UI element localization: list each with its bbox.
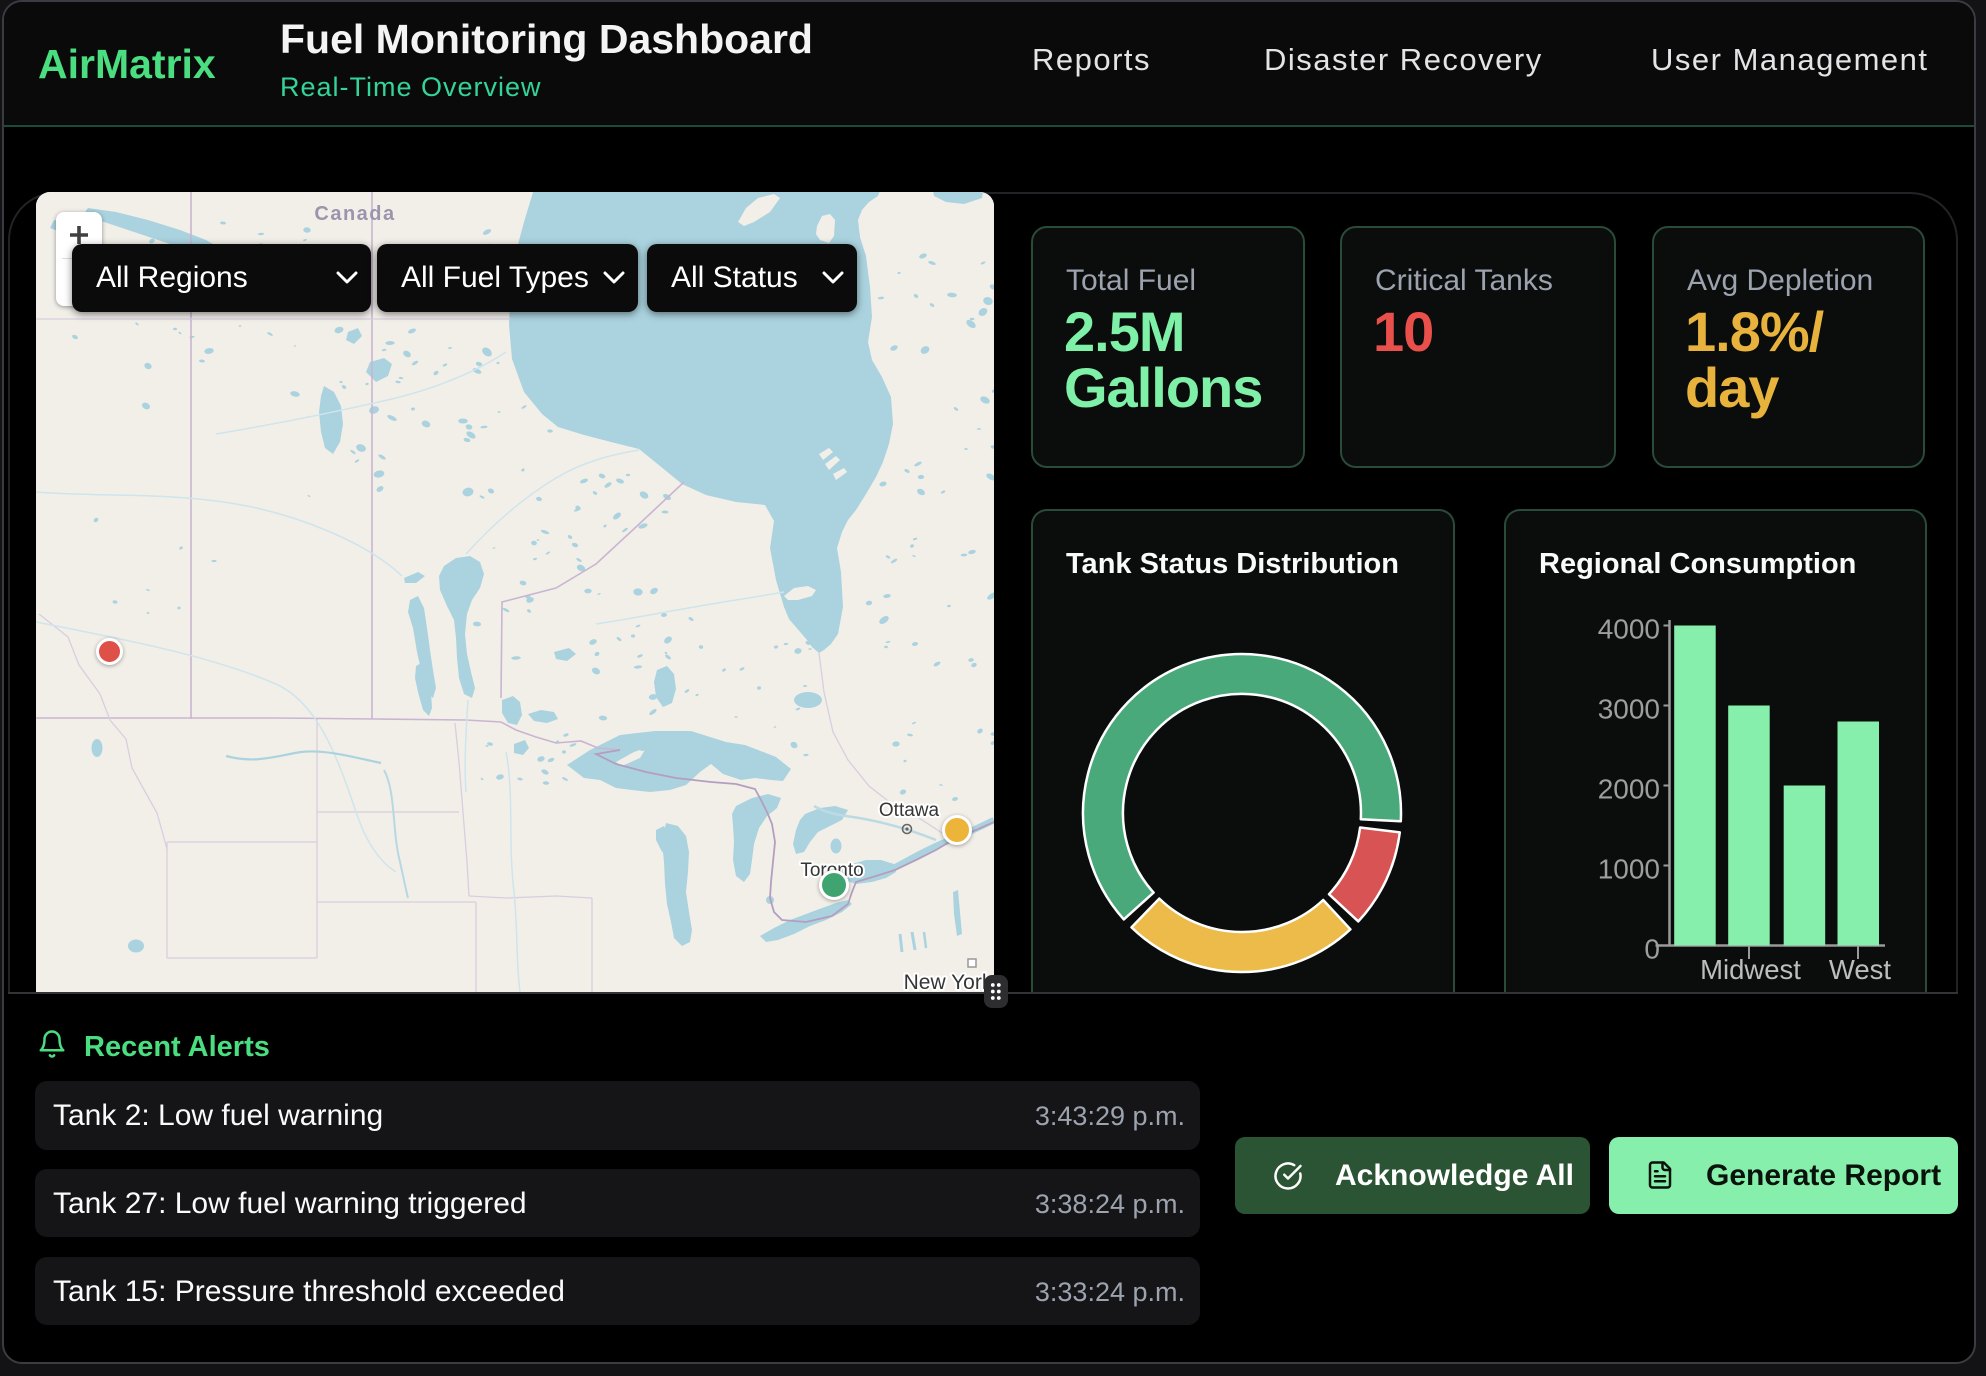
svg-text:1000: 1000 — [1597, 854, 1659, 885]
svg-text:2000: 2000 — [1597, 774, 1659, 805]
svg-text:Canada: Canada — [314, 203, 395, 225]
svg-text:Midwest: Midwest — [1700, 954, 1801, 985]
svg-text:4000: 4000 — [1597, 614, 1659, 645]
svg-text:Ottawa: Ottawa — [879, 800, 940, 821]
svg-text:New York: New York — [904, 971, 993, 992]
svg-text:West: West — [1828, 954, 1891, 985]
svg-text:0: 0 — [1644, 934, 1660, 965]
svg-text:3000: 3000 — [1597, 694, 1659, 725]
